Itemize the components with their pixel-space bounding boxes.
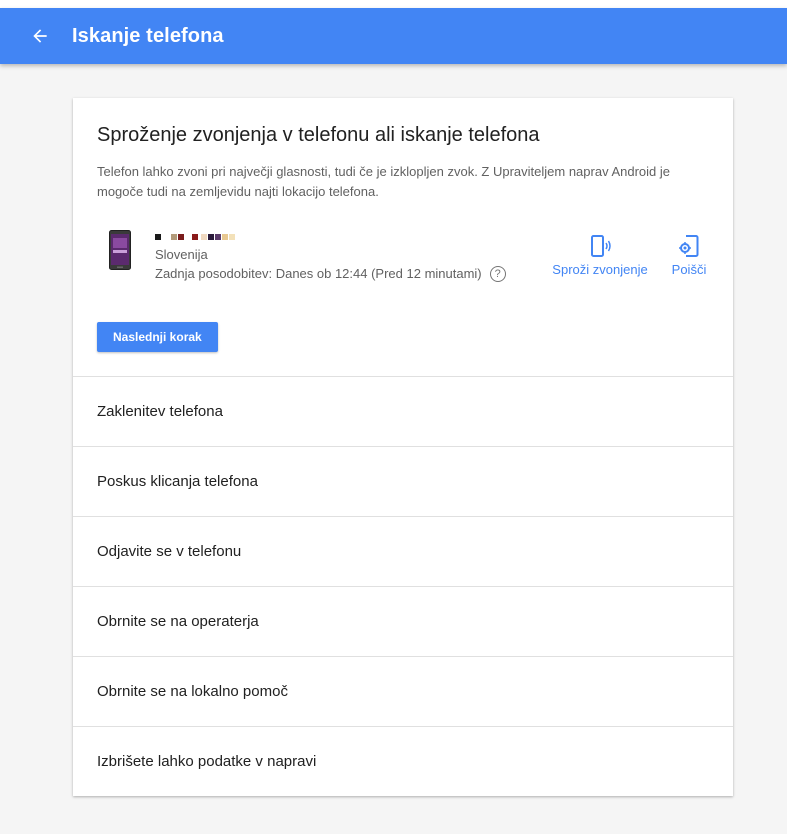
list-item-local-help[interactable]: Obrnite se na lokalno pomoč: [73, 656, 733, 726]
arrow-back-icon: [33, 29, 47, 43]
device-country: Slovenija: [155, 247, 208, 262]
next-step-button[interactable]: Naslednji korak: [97, 322, 218, 352]
help-icon[interactable]: ?: [489, 266, 506, 282]
redacted-pixel: [215, 234, 221, 240]
phone-image: [109, 230, 131, 270]
device-row: Slovenija Zadnja posodobitev: Danes ob 1…: [97, 230, 709, 290]
app-bar: Iskanje telefona: [0, 8, 787, 64]
phone-locate-icon: [679, 235, 699, 257]
device-info: Slovenija Zadnja posodobitev: Danes ob 1…: [155, 230, 506, 284]
back-button[interactable]: [28, 24, 52, 48]
page-title: Iskanje telefona: [72, 24, 224, 47]
options-list: Zaklenitev telefona Poskus klicanja tele…: [73, 376, 733, 796]
top-strip: [0, 0, 787, 8]
ring-label: Sproži zvonjenje: [552, 262, 648, 277]
redacted-pixel: [201, 234, 207, 240]
device-last-update: Zadnja posodobitev: Danes ob 12:44 (Pred…: [155, 264, 506, 284]
redacted-pixel: [155, 234, 161, 240]
device-name-redacted: [155, 230, 506, 244]
list-item-sign-out[interactable]: Odjavite se v telefonu: [73, 516, 733, 586]
ring-button[interactable]: Sproži zvonjenje: [549, 232, 651, 280]
main-card: Sproženje zvonjenja v telefonu ali iskan…: [73, 98, 733, 796]
find-label: Poišči: [671, 262, 707, 277]
card-header-section: Sproženje zvonjenja v telefonu ali iskan…: [73, 98, 733, 376]
list-item-contact-carrier[interactable]: Obrnite se na operaterja: [73, 586, 733, 656]
redacted-pixel: [178, 234, 184, 240]
find-button[interactable]: Poišči: [665, 232, 713, 280]
redacted-pixel: [222, 234, 228, 240]
phone-ring-icon: [591, 235, 611, 257]
redacted-pixel: [192, 234, 198, 240]
list-item-erase-data[interactable]: Izbrišete lahko podatke v napravi: [73, 726, 733, 796]
redacted-pixel: [208, 234, 214, 240]
redacted-pixel: [185, 234, 191, 240]
list-item-call-phone[interactable]: Poskus klicanja telefona: [73, 446, 733, 516]
card-title: Sproženje zvonjenja v telefonu ali iskan…: [97, 124, 540, 146]
redacted-pixel: [229, 234, 235, 240]
list-item-lock-phone[interactable]: Zaklenitev telefona: [73, 376, 733, 446]
redacted-pixel: [162, 234, 168, 240]
last-update-text: Zadnja posodobitev: Danes ob 12:44 (Pred…: [155, 266, 482, 281]
redacted-pixel: [171, 234, 177, 240]
card-description: Telefon lahko zvoni pri največji glasnos…: [97, 164, 671, 199]
